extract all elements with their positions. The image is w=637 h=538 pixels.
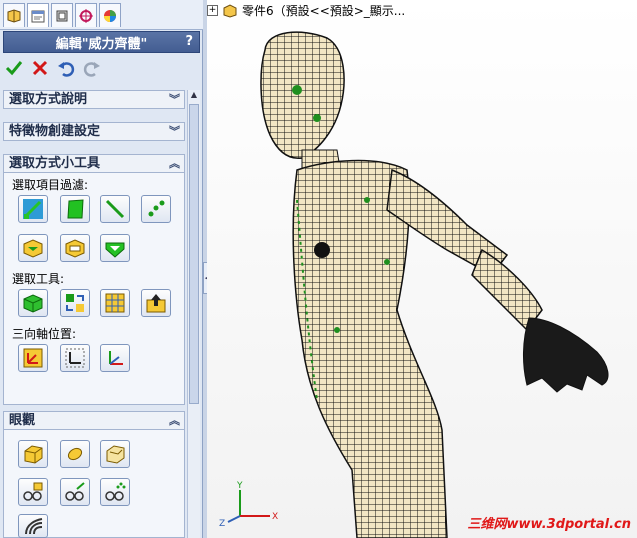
triad-label: 三向軸位置: [12, 327, 77, 341]
glasses-line-icon [65, 482, 85, 501]
chevron-up-icon: ︽ [169, 414, 180, 427]
triad-yellow-icon [23, 348, 43, 368]
triad-dashed-icon [65, 348, 85, 368]
glasses-icon [23, 482, 43, 501]
view-wirebox-button[interactable] [100, 440, 130, 468]
swap-grid-icon [66, 294, 84, 312]
panel-tabs [0, 0, 203, 30]
color-wheel-icon [104, 9, 116, 22]
section-view[interactable]: 眼觀 ︽ [3, 411, 185, 430]
triad-axes-icon [109, 351, 123, 365]
view-glasses-dots-button[interactable] [100, 478, 130, 506]
mesh-model: Y X Z [219, 31, 609, 538]
model-hand [522, 317, 609, 393]
filter-vertex-button[interactable] [141, 195, 171, 223]
property-manager-tab[interactable] [27, 3, 49, 27]
select-cube-button[interactable] [18, 289, 48, 317]
ellipsoid-icon [67, 447, 83, 461]
redo-icon [83, 62, 100, 77]
watermark-text: 三维网www.3dportal.cn [467, 517, 631, 532]
vertex-dots-icon [148, 200, 165, 217]
component-icon [105, 242, 125, 258]
section-label: 眼觀 [9, 413, 36, 428]
filter-edge-button[interactable] [100, 195, 130, 223]
scroll-thumb[interactable] [189, 104, 199, 404]
filter-vertex-edge-button[interactable] [18, 195, 48, 223]
solid-body-icon [23, 239, 43, 258]
surface-body-icon [65, 239, 85, 258]
chevron-down-icon: ︾ [169, 93, 180, 106]
panel-title: 編輯"威力齊體" [55, 36, 148, 52]
arrow-up-box-icon [146, 294, 166, 313]
configuration-icon [56, 10, 68, 21]
checkmark-icon [5, 61, 23, 76]
glasses-dots-icon [105, 482, 126, 501]
box-icon [24, 445, 43, 464]
undo-icon [58, 62, 75, 77]
select-tools-label: 選取工具: [12, 272, 65, 286]
triad-position-2-button[interactable] [60, 344, 90, 372]
view-zebra-button[interactable] [18, 514, 48, 538]
panel-title-bar: 編輯"威力齊體" ? [3, 31, 200, 53]
model-head [260, 31, 345, 159]
chevron-down-icon: ︾ [169, 125, 180, 138]
section-selection-help[interactable]: 選取方式說明 ︾ [3, 90, 185, 109]
section-selection-tools[interactable]: 選取方式小工具 ︽ [3, 154, 185, 173]
graphics-viewport[interactable]: Y X Z [207, 0, 637, 538]
filter-component-button[interactable] [100, 234, 130, 262]
svg-text:X: X [272, 512, 278, 522]
chevron-up-icon: ︽ [169, 157, 180, 170]
section-label: 選取方式小工具 [9, 156, 101, 171]
view-box-button[interactable] [18, 440, 48, 468]
filter-label: 選取項目過濾: [12, 178, 89, 192]
redo-button[interactable] [82, 58, 102, 78]
svg-text:Z: Z [219, 519, 225, 529]
property-manager-icon [31, 10, 45, 22]
edge-icon [105, 199, 125, 219]
action-buttons [4, 58, 102, 78]
undo-button[interactable] [56, 58, 76, 78]
axis-triad: Y X Z [219, 481, 278, 529]
face-icon [67, 199, 84, 219]
ok-button[interactable] [4, 58, 24, 78]
zebra-stripes-icon [25, 518, 43, 535]
configuration-manager-tab[interactable] [51, 3, 73, 27]
part-icon [223, 3, 237, 18]
close-icon [32, 60, 48, 76]
view-glasses-line-button[interactable] [60, 478, 90, 506]
vertex-line-icon [23, 199, 43, 219]
crosshair-icon [79, 8, 93, 23]
triad-position-1-button[interactable] [18, 344, 48, 372]
cancel-button[interactable] [30, 58, 50, 78]
select-grid-button[interactable] [100, 289, 130, 317]
section-label: 選取方式說明 [9, 92, 88, 107]
display-manager-tab[interactable] [99, 3, 121, 27]
filter-body-yellow-button[interactable] [18, 234, 48, 262]
expand-icon[interactable]: + [207, 5, 218, 16]
feature-tree-flyout[interactable]: + 零件6（預設<<預設>_顯示... [207, 2, 405, 19]
grid-select-icon [105, 293, 125, 313]
dimxpert-tab[interactable] [75, 3, 97, 27]
feature-tree-icon [7, 8, 21, 23]
view-ellipse-button[interactable] [60, 440, 90, 468]
filter-surface-button[interactable] [60, 234, 90, 262]
section-feature-settings[interactable]: 特徵物創建設定 ︾ [3, 122, 185, 141]
section-label: 特徵物創建設定 [9, 124, 101, 139]
view-glasses-button[interactable] [18, 478, 48, 506]
triad-position-3-button[interactable] [100, 344, 130, 372]
tree-item-part[interactable]: 零件6（預設<<預設>_顯示... [242, 2, 405, 19]
green-cube-icon [23, 294, 43, 313]
svg-text:Y: Y [236, 481, 243, 491]
scroll-up-arrow-icon[interactable]: ▲ [189, 90, 199, 102]
feature-manager-tab[interactable] [3, 3, 25, 27]
panel-scrollbar[interactable]: ▲ [187, 90, 200, 538]
wire-box-icon [106, 445, 125, 464]
select-swap-button[interactable] [60, 289, 90, 317]
property-manager-panel: 編輯"威力齊體" ? 選取方式說明 ︾ 特徵物創建設定 ︾ 選取方式小工具 ︽ … [0, 0, 203, 538]
filter-face-button[interactable] [60, 195, 90, 223]
help-button[interactable]: ? [185, 34, 193, 49]
select-upload-button[interactable] [141, 289, 171, 317]
